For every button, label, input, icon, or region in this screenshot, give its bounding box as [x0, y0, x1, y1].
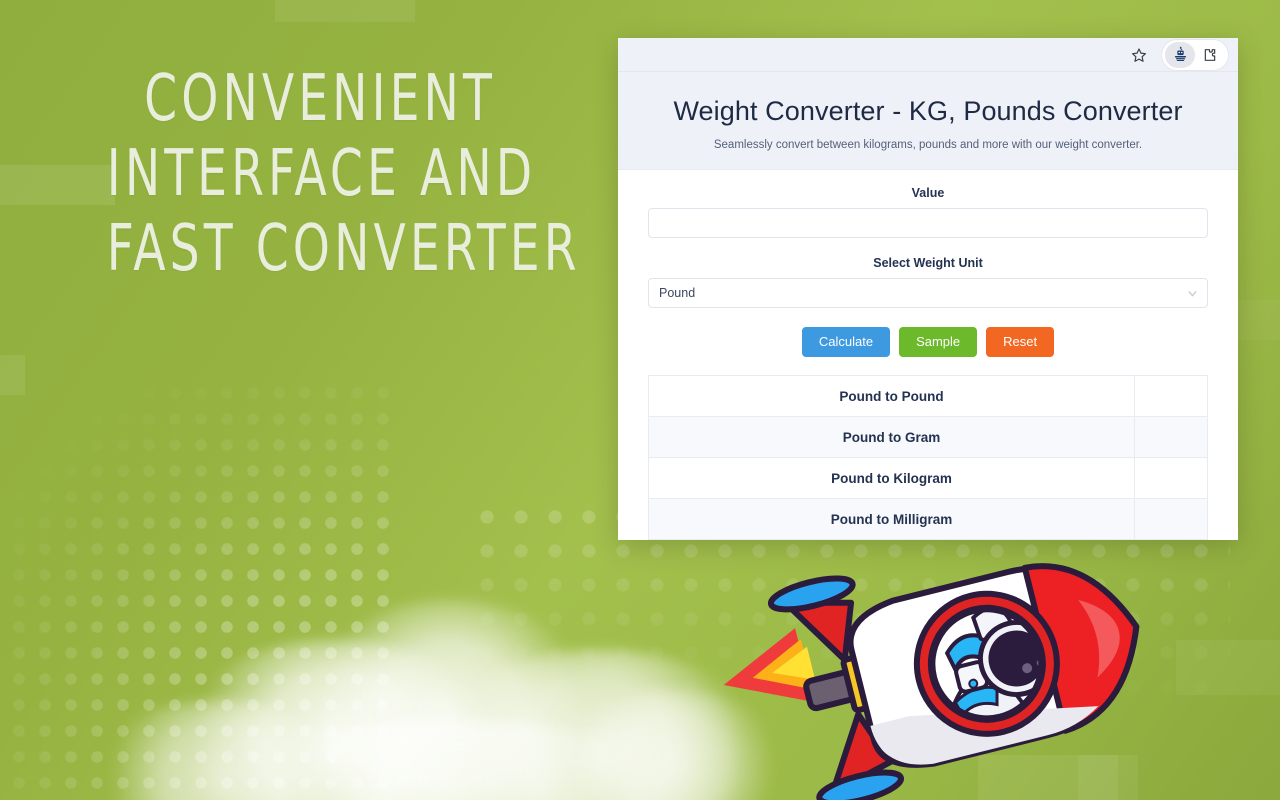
reset-button[interactable]: Reset — [986, 327, 1055, 358]
conversion-value — [1134, 457, 1208, 500]
table-row: Pound to Kilogram — [648, 457, 1208, 500]
smoke-cloud — [170, 640, 500, 800]
robot-extension-icon[interactable] — [1165, 41, 1195, 68]
unit-select[interactable]: Pound — [648, 278, 1208, 309]
conversion-value — [1134, 416, 1208, 459]
results-table: Pound to Pound Pound to Gram Pound to Ki… — [648, 375, 1208, 540]
page-hero: Weight Converter - KG, Pounds Converter … — [618, 72, 1238, 171]
promo-headline-line-2: interface and — [106, 136, 537, 211]
conversion-label: Pound to Milligram — [648, 498, 1135, 540]
action-button-row: Calculate Sample Reset — [648, 327, 1208, 358]
table-row: Pound to Pound — [648, 375, 1208, 418]
conversion-label: Pound to Gram — [648, 416, 1135, 459]
unit-select-value: Pound — [659, 286, 696, 301]
background-accent-rect — [0, 165, 115, 205]
calculate-button[interactable]: Calculate — [801, 327, 891, 358]
halftone-dot-pattern — [0, 380, 400, 800]
background-accent-rect — [0, 355, 25, 395]
conversion-value — [1134, 375, 1208, 418]
results-table-body: Pound to Pound Pound to Gram Pound to Ki… — [648, 375, 1208, 540]
conversion-value — [1134, 498, 1208, 540]
promo-headline: Convenient interface and fast converter — [106, 62, 581, 287]
promo-headline-line-3: fast converter — [106, 211, 581, 286]
conversion-label: Pound to Pound — [648, 375, 1135, 418]
background-accent-rect — [978, 755, 1118, 800]
page-subtitle: Seamlessly convert between kilograms, po… — [713, 139, 1143, 152]
toolbar-icon-group — [1162, 39, 1228, 70]
promo-headline-line-1: Convenient — [144, 62, 496, 136]
smoke-cloud — [560, 690, 790, 800]
background-stage: Convenient interface and fast converter — [0, 0, 1280, 800]
background-accent-rect — [275, 0, 415, 22]
smoke-cloud — [300, 600, 600, 800]
background-accent-rect — [1078, 755, 1138, 800]
value-field-label: Value — [911, 186, 945, 201]
browser-toolbar — [618, 38, 1238, 72]
web-page-content: Weight Converter - KG, Pounds Converter … — [618, 72, 1238, 540]
page-title: Weight Converter - KG, Pounds Converter — [673, 96, 1183, 126]
conversion-label: Pound to Kilogram — [648, 457, 1135, 500]
value-input[interactable] — [648, 208, 1208, 239]
smoke-cloud — [250, 720, 670, 800]
smoke-cloud — [90, 700, 350, 800]
unit-field-label: Select Weight Unit — [873, 256, 983, 271]
unit-select-wrapper: Pound — [648, 278, 1208, 309]
background-accent-rect — [1176, 640, 1280, 695]
rocket-illustration — [723, 563, 1140, 800]
table-row: Pound to Milligram — [648, 498, 1208, 540]
table-row: Pound to Gram — [648, 416, 1208, 459]
puzzle-piece-icon[interactable] — [1195, 42, 1225, 68]
sample-button[interactable]: Sample — [899, 327, 978, 358]
browser-window: Weight Converter - KG, Pounds Converter … — [618, 38, 1238, 540]
smoke-cloud — [430, 650, 770, 800]
star-icon[interactable] — [1124, 42, 1154, 68]
converter-form: Value Select Weight Unit Pound Calculate… — [618, 170, 1238, 540]
